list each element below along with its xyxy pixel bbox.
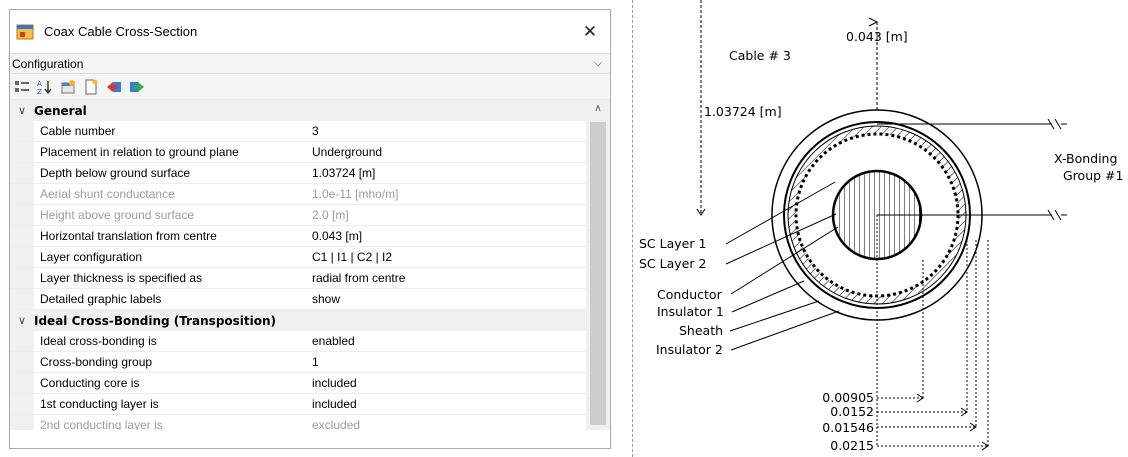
new-document-icon[interactable] <box>83 79 99 95</box>
sheath-label: Sheath <box>679 323 723 338</box>
collapse-chevron-icon[interactable]: ∨ <box>10 314 34 327</box>
insulator-2-label: Insulator 2 <box>656 342 723 357</box>
app-icon <box>16 24 34 39</box>
property-value[interactable]: radial from centre <box>312 271 610 285</box>
horizontal-offset-label: 0.043 [m] <box>846 29 908 44</box>
x-bonding-group-label: Group #1 <box>1063 168 1123 183</box>
svg-text:Z: Z <box>37 88 42 95</box>
property-row[interactable]: Layer configuration C1 | I1 | C2 | I2 <box>10 247 610 268</box>
property-row: Height above ground surface 2.0 [m] <box>10 205 610 226</box>
property-value: excluded <box>312 418 361 430</box>
property-row: 2nd conducting layer is excluded <box>10 415 610 430</box>
property-name: Layer thickness is specified as <box>40 271 203 285</box>
leader-line <box>730 310 840 351</box>
property-value[interactable]: enabled <box>312 334 610 348</box>
depth-label: 1.03724 [m] <box>704 104 782 119</box>
offset-arrow-icon <box>868 17 879 27</box>
close-icon[interactable]: ✕ <box>570 22 610 42</box>
property-value[interactable]: 0.043 [m] <box>312 229 610 243</box>
radius-label: 0.00905 <box>822 390 874 405</box>
property-name: Horizontal translation from centre <box>40 229 217 243</box>
property-row: Aerial shunt conductance 1.0e-11 [mho/m] <box>10 184 610 205</box>
coax-cable-dialog: Coax Cable Cross-Section ✕ Configuration… <box>9 9 611 449</box>
insulator-1-label: Insulator 1 <box>657 304 724 319</box>
sc-layer-2-label: SC Layer 2 <box>639 256 706 271</box>
cable-cross-section-drawing: 0.043 [m] Cable # 3 1.03724 [m] X-Bondin… <box>639 0 1123 453</box>
category-label: Ideal Cross-Bonding (Transposition) <box>34 313 277 328</box>
property-name: Placement in relation to ground plane <box>40 145 239 159</box>
property-pages-icon[interactable] <box>60 79 76 95</box>
category-cross-bonding[interactable]: ∨ Ideal Cross-Bonding (Transposition) <box>10 310 610 331</box>
property-toolbar: A Z <box>10 74 610 100</box>
chevron-down-icon[interactable]: ⌵ <box>586 57 610 70</box>
switch-icon <box>1044 118 1067 130</box>
property-name: Aerial shunt conductance <box>40 187 175 201</box>
property-value[interactable]: included <box>312 397 610 411</box>
switch-icon <box>1044 209 1067 221</box>
title-bar: Coax Cable Cross-Section ✕ <box>10 10 610 53</box>
window-title: Coax Cable Cross-Section <box>44 24 198 39</box>
property-value[interactable]: included <box>312 376 610 390</box>
property-row[interactable]: 1st conducting layer is included <box>10 394 610 415</box>
scroll-thumb[interactable] <box>590 122 606 425</box>
scroll-up-icon[interactable]: ∧ <box>586 100 610 118</box>
svg-text:A: A <box>37 80 42 88</box>
property-name: 1st conducting layer is <box>40 397 159 411</box>
property-grid: ∨ General Cable number 3 Placement in rel… <box>10 100 610 430</box>
import-arrow-icon[interactable] <box>106 79 122 95</box>
property-row[interactable]: Conducting core is included <box>10 373 610 394</box>
property-name: Cable number <box>40 124 116 138</box>
property-row[interactable]: Detailed graphic labels show <box>10 289 610 310</box>
property-value: 1.0e-11 [mho/m] <box>312 187 399 201</box>
x-bonding-label: X-Bonding <box>1054 151 1117 166</box>
property-value[interactable]: 1 <box>312 355 610 369</box>
property-name: Conducting core is <box>40 376 140 390</box>
property-row[interactable]: Depth below ground surface 1.03724 [m] <box>10 163 610 184</box>
leader-line <box>729 300 820 332</box>
radius-label: 0.01546 <box>822 420 874 435</box>
alphabetical-sort-icon[interactable]: A Z <box>37 79 53 95</box>
property-name: Height above ground surface <box>40 208 195 222</box>
category-general[interactable]: ∨ General <box>10 100 610 121</box>
export-arrow-icon[interactable] <box>129 79 145 95</box>
category-label: General <box>34 103 87 118</box>
property-value[interactable]: 1.03724 [m] <box>312 166 610 180</box>
property-row[interactable]: Cable number 3 <box>10 121 610 142</box>
vertical-scrollbar[interactable]: ∧ <box>586 100 610 430</box>
property-value[interactable]: C1 | I1 | C2 | I2 <box>312 250 610 264</box>
property-row[interactable]: Layer thickness is specified as radial fr… <box>10 268 610 289</box>
property-row[interactable]: Horizontal translation from centre 0.043 … <box>10 226 610 247</box>
property-row[interactable]: Ideal cross-bonding is enabled <box>10 331 610 352</box>
property-name: Cross-bonding group <box>40 355 153 369</box>
configuration-dropdown[interactable]: Configuration ⌵ <box>10 53 610 74</box>
cable-label: Cable # 3 <box>729 48 791 63</box>
sc-layer-1-label: SC Layer 1 <box>639 236 706 251</box>
property-value: 2.0 [m] <box>312 208 349 222</box>
property-name: Detailed graphic labels <box>40 292 162 306</box>
leader-line <box>731 280 805 313</box>
property-name: 2nd conducting layer is <box>40 418 163 430</box>
property-name: Ideal cross-bonding is <box>40 334 157 348</box>
radius-label: 0.0152 <box>830 404 874 419</box>
conductor-label: Conductor <box>657 287 723 302</box>
property-row[interactable]: Placement in relation to ground plane Und… <box>10 142 610 163</box>
property-value[interactable]: Underground <box>312 145 610 159</box>
configuration-label: Configuration <box>12 56 84 71</box>
property-name: Layer configuration <box>40 250 143 264</box>
property-value[interactable]: 3 <box>312 124 610 138</box>
radius-label: 0.0215 <box>830 438 874 453</box>
collapse-chevron-icon[interactable]: ∨ <box>10 104 34 117</box>
categorized-icon[interactable] <box>14 79 30 95</box>
property-row[interactable]: Cross-bonding group 1 <box>10 352 610 373</box>
property-name: Depth below ground surface <box>40 166 191 180</box>
property-value[interactable]: show <box>312 292 610 306</box>
panel-divider <box>632 0 633 457</box>
